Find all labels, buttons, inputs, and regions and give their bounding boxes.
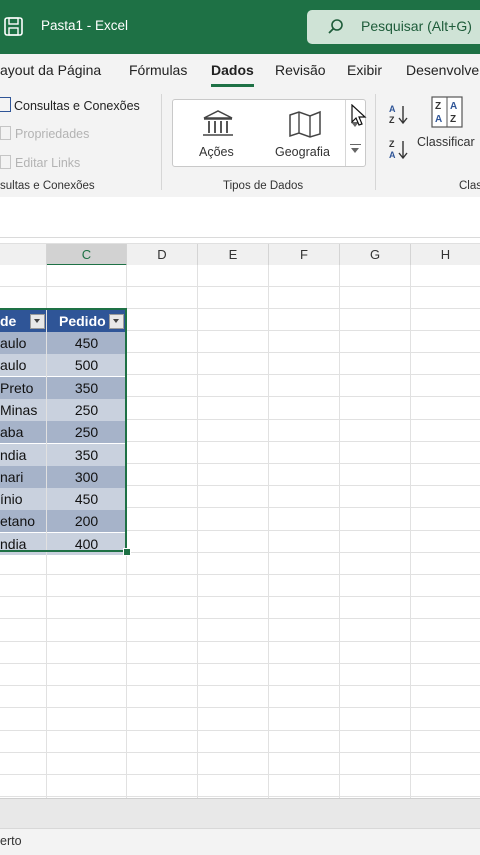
table-cell-order[interactable]: 250 xyxy=(47,421,126,443)
status-bar: erto xyxy=(0,828,480,855)
svg-text:Z: Z xyxy=(450,114,456,125)
table-cell-city[interactable]: ínio xyxy=(0,488,46,510)
table-cell-order[interactable]: 450 xyxy=(47,332,126,354)
queries-connections-button[interactable]: Consultas e Conexões xyxy=(0,97,140,113)
tab-formulas[interactable]: Fórmulas xyxy=(129,62,187,78)
svg-text:Z: Z xyxy=(435,101,441,112)
geography-icon[interactable] xyxy=(287,109,323,139)
active-tab-indicator xyxy=(211,84,254,87)
column-header-d[interactable]: D xyxy=(127,244,198,266)
group-separator xyxy=(375,94,376,190)
table-cell-order[interactable]: 350 xyxy=(47,377,126,399)
svg-text:A: A xyxy=(389,150,396,160)
table-cell-order[interactable]: 400 xyxy=(47,533,126,555)
properties-button[interactable]: Propriedades xyxy=(0,126,89,141)
edit-links-button[interactable]: Editar Links xyxy=(0,155,80,170)
ribbon: Consultas e Conexões Propriedades Editar… xyxy=(0,88,480,198)
search-box[interactable]: Pesquisar (Alt+G) xyxy=(307,10,480,44)
sheet-tab-bar xyxy=(0,798,480,829)
table-cell-city[interactable]: nari xyxy=(0,466,46,488)
svg-text:Z: Z xyxy=(389,139,395,149)
column-header-g[interactable]: G xyxy=(340,244,411,266)
save-icon[interactable] xyxy=(0,14,30,40)
filter-dropdown-icon[interactable] xyxy=(30,314,45,329)
svg-text:A: A xyxy=(435,114,442,125)
svg-text:A: A xyxy=(389,104,396,114)
group-separator xyxy=(161,94,162,190)
properties-label: Propriedades xyxy=(15,127,90,141)
table-cell-city[interactable]: aulo xyxy=(0,332,46,354)
column-header-b[interactable] xyxy=(0,244,47,266)
table-cell-order[interactable]: 300 xyxy=(47,466,126,488)
table-cell-city[interactable]: aulo xyxy=(0,354,46,376)
sort-dialog-icon[interactable]: Z A A Z xyxy=(431,96,463,128)
table-cell-city[interactable]: etano xyxy=(0,510,46,532)
column-header-h[interactable]: H xyxy=(411,244,480,266)
status-text: erto xyxy=(0,834,22,848)
table-cell-city[interactable]: ndia xyxy=(0,444,46,466)
table-cell-order[interactable]: 450 xyxy=(47,488,126,510)
stocks-icon[interactable] xyxy=(200,109,236,139)
sort-group-label: Clas xyxy=(459,180,480,192)
search-placeholder: Pesquisar (Alt+G) xyxy=(361,18,472,34)
header-city-label: de xyxy=(0,313,17,329)
column-header-c[interactable]: C xyxy=(47,244,127,266)
table-cell-city[interactable]: Preto xyxy=(0,377,46,399)
queries-icon xyxy=(0,97,11,112)
sort-label[interactable]: Classificar xyxy=(417,135,475,149)
more-icon[interactable] xyxy=(350,144,361,145)
queries-connections-label: Consultas e Conexões xyxy=(14,99,140,113)
table-cell-order[interactable]: 500 xyxy=(47,354,126,376)
column-headers: C D E F G H xyxy=(0,243,480,267)
table-cell-order[interactable]: 200 xyxy=(47,510,126,532)
title-bar: Pasta1 - Excel Pesquisar (Alt+G) xyxy=(0,0,480,54)
properties-icon xyxy=(0,126,11,140)
data-types-group-label: Tipos de Dados xyxy=(223,180,304,192)
data-types-gallery: Ações Geografia xyxy=(172,99,366,167)
table-cell-order[interactable]: 250 xyxy=(47,399,126,421)
edit-links-label: Editar Links xyxy=(15,156,81,170)
ribbon-tabs: ayout da Página Fórmulas Dados Revisão E… xyxy=(0,54,480,88)
edit-links-icon xyxy=(0,155,11,169)
geography-label[interactable]: Geografia xyxy=(275,145,330,159)
mouse-cursor-icon xyxy=(351,103,367,128)
tab-page-layout[interactable]: ayout da Página xyxy=(0,62,101,78)
search-icon xyxy=(327,18,345,36)
fill-handle[interactable] xyxy=(123,548,131,556)
table-cell-city[interactable]: aba xyxy=(0,421,46,443)
sort-az-icon[interactable]: A Z xyxy=(388,102,412,126)
table-cell-order[interactable]: 350 xyxy=(47,444,126,466)
svg-text:A: A xyxy=(450,101,457,112)
svg-text:Z: Z xyxy=(389,115,395,125)
tab-developer[interactable]: Desenvolve xyxy=(406,62,479,78)
formula-bar[interactable] xyxy=(0,197,480,238)
window-title: Pasta1 - Excel xyxy=(41,18,129,33)
queries-group-label: sultas e Conexões xyxy=(0,180,95,192)
stocks-label[interactable]: Ações xyxy=(199,145,234,159)
tab-view[interactable]: Exibir xyxy=(347,62,382,78)
column-header-e[interactable]: E xyxy=(198,244,269,266)
column-header-f[interactable]: F xyxy=(269,244,340,266)
filter-dropdown-icon[interactable] xyxy=(109,314,124,329)
expand-gallery-icon[interactable] xyxy=(351,148,359,153)
table-header-order: Pedido xyxy=(47,310,126,332)
header-order-label: Pedido xyxy=(59,313,106,329)
tab-data[interactable]: Dados xyxy=(211,62,254,78)
tab-review[interactable]: Revisão xyxy=(275,62,326,78)
table-cell-city[interactable]: Minas xyxy=(0,399,46,421)
table-header-city: de xyxy=(0,310,46,332)
sort-za-icon[interactable]: Z A xyxy=(388,137,412,161)
table-cell-city[interactable]: ndia xyxy=(0,533,46,555)
